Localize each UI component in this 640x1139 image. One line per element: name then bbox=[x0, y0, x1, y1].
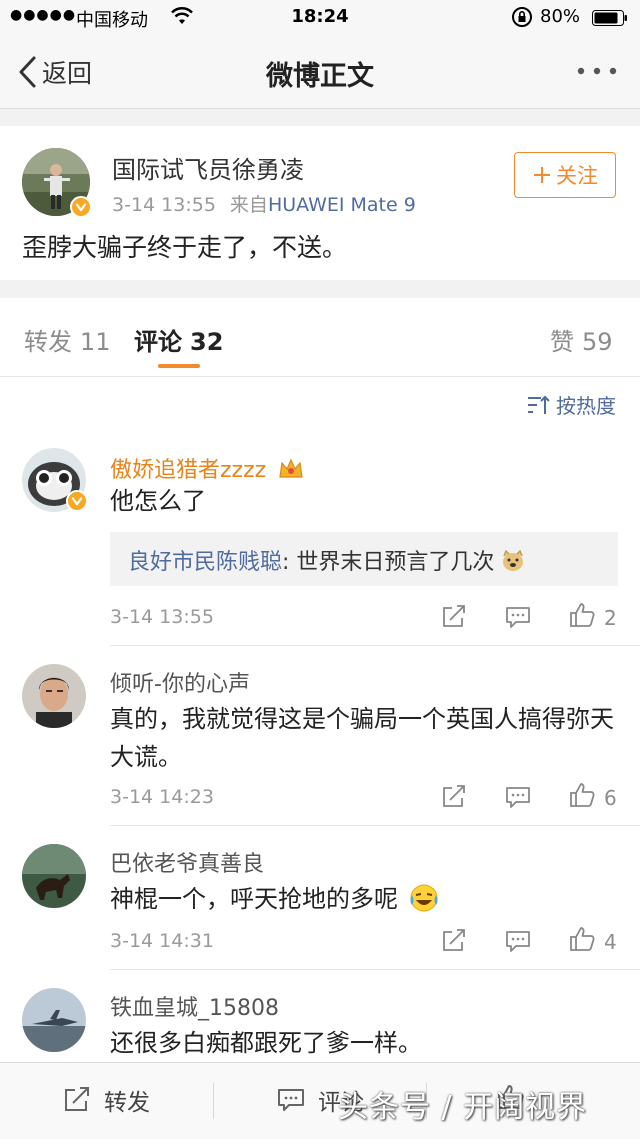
repost-comment-button[interactable] bbox=[440, 928, 468, 958]
sort-label: 按热度 bbox=[556, 394, 616, 418]
verified-badge-icon bbox=[70, 196, 92, 218]
commenter-name[interactable]: 傲娇追猎者zzzz bbox=[110, 452, 305, 484]
comment-text: 真的，我就觉得这是个骗局一个英国人搞得弥天大谎。 bbox=[110, 705, 614, 771]
sort-by-hot-button[interactable]: 按热度 bbox=[526, 390, 616, 419]
comment-icon bbox=[506, 787, 530, 808]
follow-label: 关注 bbox=[556, 164, 598, 188]
status-bar: ●●●●● 中国移动 18:24 80% bbox=[0, 0, 640, 36]
tab-likes-count: 59 bbox=[582, 328, 613, 356]
divider bbox=[213, 1083, 214, 1119]
reply-comment-button[interactable] bbox=[504, 928, 532, 958]
nav-bar: 返回 微博正文 bbox=[0, 36, 640, 109]
crown-badge-icon bbox=[279, 458, 303, 478]
more-dots-icon bbox=[577, 67, 617, 75]
thumbs-up-icon bbox=[570, 603, 595, 627]
comment-item: 铁血皇城_15808 还很多白痴都跟死了爹一样。 bbox=[0, 970, 640, 1062]
commenter-name[interactable]: 铁血皇城_15808 bbox=[110, 990, 279, 1022]
repost-comment-button[interactable] bbox=[440, 784, 468, 814]
source-device[interactable]: HUAWEI Mate 9 bbox=[268, 194, 416, 216]
like-comment-button[interactable] bbox=[568, 782, 596, 812]
comment-time: 3-14 13:55 bbox=[110, 606, 214, 628]
commenter-name-text: 傲娇追猎者zzzz bbox=[110, 458, 267, 483]
comment-icon bbox=[278, 1089, 304, 1111]
comment-time: 3-14 14:23 bbox=[110, 786, 214, 808]
comment-item: 巴依老爷真善良 神棍一个，呼天抢地的多呢 3-14 14:31 4 bbox=[0, 826, 640, 970]
author-name[interactable]: 国际试飞员徐勇凌 bbox=[112, 150, 304, 185]
battery-icon bbox=[592, 10, 628, 26]
post-content: 歪脖大骗子终于走了，不送。 bbox=[22, 233, 348, 262]
plus-icon bbox=[534, 167, 550, 183]
comment-icon bbox=[506, 607, 530, 628]
tab-likes[interactable]: 赞 59 bbox=[550, 322, 613, 357]
repost-label: 转发 bbox=[104, 1090, 150, 1116]
tab-repost[interactable]: 转发 11 bbox=[24, 322, 111, 357]
page-title: 微博正文 bbox=[266, 61, 374, 92]
like-comment-button[interactable] bbox=[568, 602, 596, 632]
reply-text: : 世界末日预言了几次 bbox=[282, 550, 495, 575]
reply-comment-button[interactable] bbox=[504, 604, 532, 634]
section-divider bbox=[0, 109, 640, 126]
tab-likes-label: 赞 bbox=[550, 328, 574, 356]
comment-text: 神棍一个，呼天抢地的多呢 bbox=[110, 880, 620, 918]
repost-comment-button[interactable] bbox=[440, 604, 468, 634]
share-icon bbox=[443, 785, 465, 807]
verified-badge-icon bbox=[66, 490, 88, 512]
comment-reply-quote[interactable]: 良好市民陈贱聪: 世界末日预言了几次 bbox=[110, 532, 618, 586]
sort-icon bbox=[528, 395, 550, 414]
reply-user[interactable]: 良好市民陈贱聪 bbox=[128, 550, 282, 575]
more-button[interactable] bbox=[572, 56, 622, 86]
tab-repost-count: 11 bbox=[80, 328, 111, 356]
comment-text: 他怎么了 bbox=[110, 487, 206, 515]
like-count: 4 bbox=[604, 930, 617, 954]
comment-icon bbox=[506, 931, 530, 952]
tab-comments-count: 32 bbox=[190, 328, 224, 356]
like-comment-button[interactable] bbox=[568, 926, 596, 956]
doge-emoji-icon bbox=[503, 549, 524, 571]
commenter-avatar[interactable] bbox=[22, 988, 86, 1052]
commenter-avatar[interactable] bbox=[22, 664, 86, 728]
comment-item: 傲娇追猎者zzzz 他怎么了 良好市民陈贱聪: 世界末日预言了几次 3-14 1… bbox=[0, 436, 640, 646]
commenter-avatar[interactable] bbox=[22, 844, 86, 908]
thumbs-up-icon bbox=[570, 783, 595, 807]
share-icon bbox=[443, 605, 465, 627]
reply-comment-button[interactable] bbox=[504, 784, 532, 814]
repost-button[interactable]: 转发 bbox=[62, 1083, 150, 1117]
post-time: 3-14 13:55 bbox=[112, 194, 216, 216]
post-meta: 3-14 13:55 来自HUAWEI Mate 9 bbox=[112, 190, 416, 217]
share-icon bbox=[443, 929, 465, 951]
orientation-lock-icon bbox=[510, 5, 534, 34]
battery-percent: 80% bbox=[540, 6, 581, 27]
laughing-tears-emoji-icon bbox=[410, 884, 438, 912]
comment-text: 还很多白痴都跟死了爹一样。 bbox=[110, 1029, 422, 1057]
source-prefix: 来自 bbox=[229, 194, 268, 216]
commenter-name[interactable]: 巴依老爷真善良 bbox=[110, 846, 264, 878]
watermark: 头条号 / 开阔视界 bbox=[338, 1090, 588, 1125]
follow-button[interactable]: 关注 bbox=[514, 152, 616, 198]
thumbs-up-icon bbox=[570, 927, 595, 951]
comment-text-body: 神棍一个，呼天抢地的多呢 bbox=[110, 885, 398, 913]
tab-repost-label: 转发 bbox=[24, 328, 72, 356]
section-divider bbox=[0, 280, 640, 298]
tab-comments-label: 评论 bbox=[134, 328, 182, 356]
comment-time: 3-14 14:31 bbox=[110, 930, 214, 952]
tab-bar: 转发 11 评论 32 赞 59 bbox=[0, 298, 640, 377]
like-count: 6 bbox=[604, 786, 617, 810]
comment-item: 倾听-你的心声 真的，我就觉得这是个骗局一个英国人搞得弥天大谎。 3-14 14… bbox=[0, 646, 640, 826]
post-card: 国际试飞员徐勇凌 3-14 13:55 来自HUAWEI Mate 9 关注 歪脖… bbox=[0, 126, 640, 280]
commenter-name[interactable]: 倾听-你的心声 bbox=[110, 666, 250, 698]
share-icon bbox=[65, 1087, 89, 1111]
active-tab-indicator bbox=[158, 364, 200, 368]
tab-comments[interactable]: 评论 32 bbox=[134, 322, 223, 357]
like-count: 2 bbox=[604, 606, 617, 630]
